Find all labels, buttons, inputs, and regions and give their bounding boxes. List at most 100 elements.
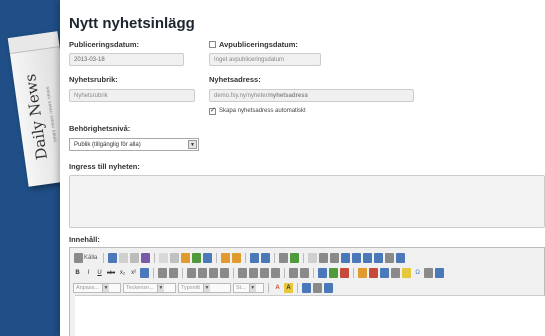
- templates-icon[interactable]: [141, 253, 151, 263]
- chevron-down-icon: ▼: [156, 284, 164, 292]
- outdent-icon[interactable]: [187, 268, 197, 278]
- help-icon[interactable]: [324, 283, 333, 293]
- page-break-icon[interactable]: [424, 268, 434, 278]
- toolbar-separator: [245, 253, 247, 263]
- bold-button[interactable]: B: [73, 268, 82, 278]
- toolbar-separator: [103, 253, 105, 263]
- special-char-icon[interactable]: Ω: [413, 268, 422, 278]
- rich-text-editor: Källa B I U abc x₂ x² Ω Anpass... ▼ Teck…: [69, 247, 545, 336]
- unpublish-checkbox[interactable]: [209, 41, 216, 48]
- toolbar-separator: [353, 268, 355, 278]
- link-icon[interactable]: [318, 268, 328, 278]
- paste-text-icon[interactable]: [192, 253, 202, 263]
- subscript-button[interactable]: x₂: [118, 268, 127, 278]
- toolbar-separator: [154, 253, 156, 263]
- size-select[interactable]: Typsnitt ▼: [178, 283, 231, 293]
- intro-label: Ingress till nyheten:: [69, 162, 140, 171]
- textfield-icon[interactable]: [341, 253, 351, 263]
- indent-icon[interactable]: [198, 268, 208, 278]
- iframe-icon[interactable]: [435, 268, 445, 278]
- address-input[interactable]: demo.fsy.ny/nyheter/nyhetsadress: [209, 89, 414, 102]
- copy-icon[interactable]: [170, 253, 180, 263]
- image-button-icon[interactable]: [385, 253, 395, 263]
- publish-date-input[interactable]: 2013-03-18: [69, 53, 184, 66]
- chevron-down-icon: ▼: [188, 140, 197, 149]
- button-field-icon[interactable]: [374, 253, 384, 263]
- underline-button[interactable]: U: [95, 268, 104, 278]
- toolbar-separator: [303, 253, 305, 263]
- chevron-down-icon: ▼: [202, 284, 210, 292]
- paste-icon[interactable]: [181, 253, 191, 263]
- numbered-list-icon[interactable]: [158, 268, 168, 278]
- align-justify-icon[interactable]: [271, 268, 281, 278]
- textarea-icon[interactable]: [352, 253, 362, 263]
- flash-icon[interactable]: [369, 268, 379, 278]
- chevron-down-icon: ▼: [101, 284, 109, 292]
- radio-icon[interactable]: [330, 253, 340, 263]
- toolbar-separator: [313, 268, 315, 278]
- spellcheck-icon[interactable]: [290, 253, 300, 263]
- strike-button[interactable]: abc: [106, 268, 116, 278]
- source-button[interactable]: Källa: [73, 253, 99, 263]
- content-label: Innehåll:: [69, 235, 100, 244]
- anchor-icon[interactable]: [340, 268, 350, 278]
- show-blocks-icon[interactable]: [313, 283, 322, 293]
- select-all-icon[interactable]: [279, 253, 289, 263]
- new-page-icon[interactable]: [119, 253, 129, 263]
- bulleted-list-icon[interactable]: [169, 268, 179, 278]
- toolbar-separator: [182, 268, 184, 278]
- ltr-icon[interactable]: [289, 268, 299, 278]
- align-center-icon[interactable]: [249, 268, 259, 278]
- table-icon[interactable]: [380, 268, 390, 278]
- intro-textarea[interactable]: [69, 175, 545, 228]
- align-right-icon[interactable]: [260, 268, 270, 278]
- cut-icon[interactable]: [159, 253, 169, 263]
- news-form-panel: Nytt nyhetsinlägg Publiceringsdatum: 201…: [60, 0, 545, 336]
- undo-icon[interactable]: [221, 253, 231, 263]
- style-select[interactable]: St... ▼: [233, 283, 264, 293]
- remove-format-icon[interactable]: [140, 268, 150, 278]
- unpublish-date-input[interactable]: Inget avpubliceringsdatum: [209, 53, 321, 66]
- editor-toolbar-row-3: Anpass... ▼ Teckensn... ▼ Typsnitt ▼ St... ▼…: [70, 281, 545, 295]
- address-label: Nyhetsadress:: [209, 75, 261, 84]
- toolbar-separator: [268, 283, 269, 293]
- auto-address-label: Skapa nyhetsadress automatiskt: [219, 108, 306, 114]
- align-left-icon[interactable]: [238, 268, 248, 278]
- editor-content-area[interactable]: [75, 295, 545, 336]
- maximize-icon[interactable]: [302, 283, 311, 293]
- preview-icon[interactable]: [130, 253, 140, 263]
- redo-icon[interactable]: [232, 253, 242, 263]
- bg-color-button[interactable]: A: [284, 283, 293, 293]
- form-icon[interactable]: [308, 253, 318, 263]
- toolbar-separator: [274, 253, 276, 263]
- replace-icon[interactable]: [261, 253, 271, 263]
- div-container-icon[interactable]: [220, 268, 230, 278]
- permission-select[interactable]: Publik (tillgänglig för alla) ▼: [69, 138, 199, 151]
- superscript-button[interactable]: x²: [129, 268, 138, 278]
- blockquote-icon[interactable]: [209, 268, 219, 278]
- unpublish-date-label: Avpubliceringsdatum:: [219, 40, 298, 49]
- toolbar-separator: [216, 253, 218, 263]
- headline-input[interactable]: Nyhetsrubrik: [69, 89, 195, 102]
- unlink-icon[interactable]: [329, 268, 339, 278]
- italic-button[interactable]: I: [84, 268, 93, 278]
- select-field-icon[interactable]: [363, 253, 373, 263]
- smiley-icon[interactable]: [402, 268, 412, 278]
- source-icon: [74, 253, 83, 263]
- hidden-field-icon[interactable]: [396, 253, 406, 263]
- save-icon[interactable]: [108, 253, 118, 263]
- rtl-icon[interactable]: [300, 268, 310, 278]
- image-icon[interactable]: [358, 268, 368, 278]
- horizontal-rule-icon[interactable]: [391, 268, 401, 278]
- headline-label: Nyhetsrubrik:: [69, 75, 118, 84]
- find-icon[interactable]: [250, 253, 260, 263]
- paste-word-icon[interactable]: [203, 253, 213, 263]
- style-select-value: St...: [236, 285, 246, 291]
- font-select[interactable]: Teckensn... ▼: [123, 283, 176, 293]
- editor-toolbar-row-1: Källa: [70, 251, 545, 265]
- text-color-button[interactable]: A: [273, 283, 282, 293]
- auto-address-checkbox[interactable]: [209, 106, 216, 115]
- size-select-value: Typsnitt: [181, 285, 200, 291]
- format-select[interactable]: Anpass... ▼: [73, 283, 121, 293]
- checkbox-icon[interactable]: [319, 253, 329, 263]
